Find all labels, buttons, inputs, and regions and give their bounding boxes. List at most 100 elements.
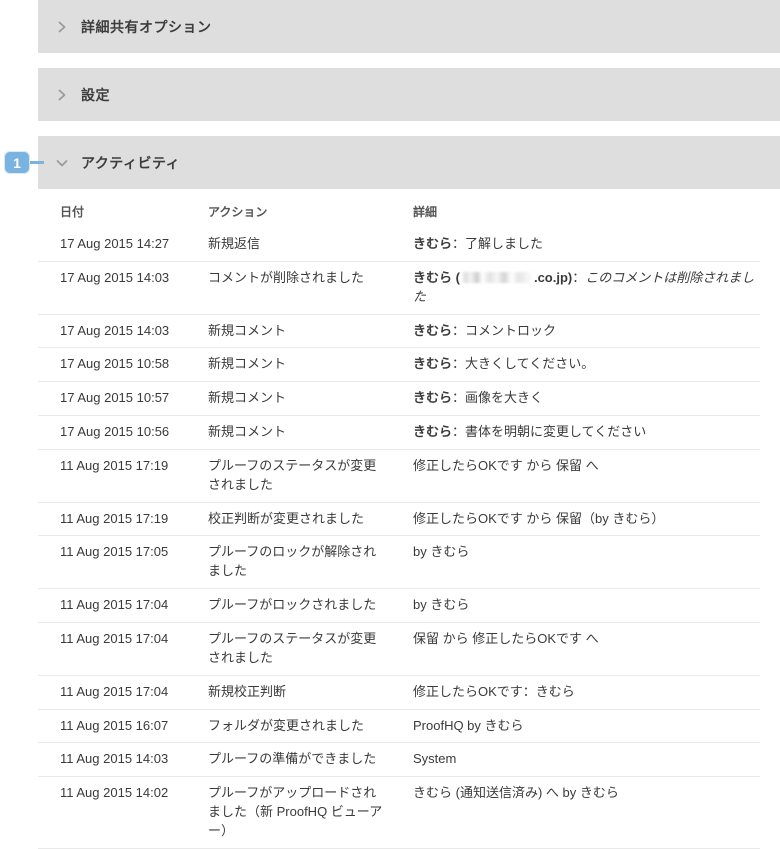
table-row: 11 Aug 2015 17:04 新規校正判断 修正したらOKです：きむら: [38, 674, 760, 709]
table-row: 17 Aug 2015 14:27 新規返信 きむら：了解しました: [38, 228, 760, 262]
cell-date: 11 Aug 2015 17:04: [38, 588, 186, 623]
cell-date: 17 Aug 2015 14:03: [38, 260, 186, 315]
detail-text: 大きくしてください。: [465, 356, 595, 372]
cell-detail: System: [391, 742, 760, 777]
table-row: 11 Aug 2015 16:07 フォルダが変更されました ProofHQ by …: [38, 708, 760, 743]
sections-container: 詳細共有オプション 設定 1 アクティビティ 日付 アクション 詳細 17 Au…: [0, 0, 780, 849]
chevron-down-icon: [55, 156, 69, 170]
cell-detail: 修正したらOKです：きむら: [391, 674, 760, 709]
detail-author-tail: .co.jp): [533, 269, 573, 285]
table-row: 11 Aug 2015 14:02 プルーフがアップロードされました（新 Proo…: [38, 776, 760, 849]
cell-detail: 修正したらOKです から 保留（by きむら）: [391, 501, 760, 536]
cell-action: フォルダが変更されました: [186, 708, 391, 743]
cell-action: 新規校正判断: [186, 674, 391, 709]
activity-table: 日付 アクション 詳細 17 Aug 2015 14:27 新規返信 きむら：了解し…: [38, 189, 760, 849]
section-gap-2: [0, 121, 780, 136]
detail-author: きむら: [413, 356, 453, 372]
cell-date: 17 Aug 2015 14:27: [60, 236, 170, 251]
detail-author: きむら: [413, 424, 453, 440]
table-row: 17 Aug 2015 14:03 新規コメント きむら：コメントロック: [38, 313, 760, 348]
cell-action: プルーフの準備ができました: [186, 742, 391, 777]
cell-detail: きむら：画像を大きく: [391, 381, 760, 416]
cell-action: コメントが削除されました: [186, 260, 391, 315]
chevron-right-icon: [55, 20, 69, 34]
section-advanced-sharing-wrap: 詳細共有オプション: [0, 0, 780, 53]
cell-date: 11 Aug 2015 17:04: [38, 621, 186, 676]
cell-date: 11 Aug 2015 17:04: [38, 674, 186, 709]
activity-table-head: 日付 アクション 詳細: [38, 189, 760, 228]
cell-action: 新規コメント: [186, 415, 391, 450]
cell-action: 校正判断が変更されました: [186, 501, 391, 536]
detail-text: 修正したらOKです から 保留 へ: [413, 457, 599, 473]
chevron-right-icon: [55, 88, 69, 102]
section-header-settings[interactable]: 設定: [38, 68, 780, 121]
table-row: 11 Aug 2015 14:03 プルーフの準備ができました System: [38, 742, 760, 777]
section-title-activity: アクティビティ: [81, 154, 181, 171]
section-gap-1: [0, 53, 780, 68]
detail-text: 保留 から 修正したらOKです へ: [413, 630, 599, 646]
section-header-advanced-sharing[interactable]: 詳細共有オプション: [38, 0, 780, 53]
cell-date: 11 Aug 2015 14:02: [38, 776, 186, 849]
redacted-email-domain: [460, 271, 533, 283]
column-header-detail: 詳細: [391, 189, 760, 228]
cell-date: 17 Aug 2015 10:56: [38, 415, 186, 450]
annotation-marker: 1: [4, 136, 44, 189]
cell-detail: きむら：大きくしてください。: [391, 347, 760, 382]
table-row: 17 Aug 2015 10:57 新規コメント きむら：画像を大きく: [38, 381, 760, 416]
table-row: 11 Aug 2015 17:19 校正判断が変更されました 修正したらOKです か…: [38, 501, 760, 536]
detail-text: 修正したらOKです：きむら: [413, 683, 575, 699]
cell-detail: きむら：書体を明朝に変更してください: [391, 415, 760, 450]
column-header-date: 日付: [38, 189, 186, 228]
cell-action: 新規コメント: [186, 347, 391, 382]
table-row: 11 Aug 2015 17:04 プルーフのステータスが変更されました 保留 から…: [38, 621, 760, 676]
cell-detail: きむら：コメントロック: [391, 313, 760, 348]
cell-date: 17 Aug 2015 14:03: [38, 313, 186, 348]
cell-action: 新規コメント: [186, 381, 391, 416]
detail-text: by きむら: [413, 597, 470, 613]
detail-text: System: [413, 751, 457, 767]
activity-table-body: 17 Aug 2015 14:27 新規返信 きむら：了解しました 17 Aug 20…: [38, 228, 760, 849]
section-activity-wrap: 1 アクティビティ: [0, 136, 780, 189]
cell-detail: by きむら: [391, 535, 760, 589]
detail-author: きむら: [413, 322, 453, 338]
detail-author: きむら: [413, 390, 453, 406]
cell-detail: きむら (通知送信済み) へ by きむら: [391, 776, 760, 849]
column-header-action: アクション: [186, 189, 391, 228]
table-row: 17 Aug 2015 10:58 新規コメント きむら：大きくしてください。: [38, 347, 760, 382]
cell-action: 新規コメント: [186, 313, 391, 348]
cell-action: プルーフがアップロードされました（新 ProofHQ ビューアー）: [186, 776, 391, 849]
table-row: 17 Aug 2015 10:56 新規コメント きむら：書体を明朝に変更してくださ…: [38, 415, 760, 450]
cell-detail: 保留 から 修正したらOKです へ: [391, 621, 760, 676]
section-header-activity[interactable]: アクティビティ: [38, 136, 780, 189]
annotation-badge-1: 1: [4, 151, 30, 174]
activity-table-wrap: 日付 アクション 詳細 17 Aug 2015 14:27 新規返信 きむら：了解し…: [0, 189, 780, 849]
detail-text: 修正したらOKです から 保留（by きむら）: [413, 510, 665, 526]
table-row: 11 Aug 2015 17:05 プルーフのロックが解除されました by きむら: [38, 535, 760, 589]
detail-text: ProofHQ by きむら: [413, 717, 524, 733]
cell-date: 17 Aug 2015 10:57: [38, 381, 186, 416]
detail-text: 書体を明朝に変更してください: [465, 424, 647, 440]
detail-author: きむら (: [413, 269, 460, 285]
cell-detail: きむら：了解しました: [413, 236, 544, 251]
cell-action: プルーフがロックされました: [186, 588, 391, 623]
cell-detail: ProofHQ by きむら: [391, 708, 760, 743]
cell-action: 新規返信: [208, 236, 261, 251]
detail-author: きむら: [413, 236, 453, 251]
section-title-settings: 設定: [81, 86, 110, 103]
detail-text: 画像を大きく: [465, 390, 544, 406]
cell-detail: by きむら: [391, 588, 760, 623]
detail-text: 了解しました: [465, 236, 544, 251]
cell-date: 11 Aug 2015 17:19: [38, 448, 186, 503]
cell-action: プルーフのロックが解除されました: [186, 535, 391, 589]
cell-date: 11 Aug 2015 16:07: [38, 708, 186, 743]
table-row: 17 Aug 2015 14:03 コメントが削除されました きむら ( .co.jp…: [38, 260, 760, 315]
detail-text: by きむら: [413, 544, 470, 560]
cell-date: 11 Aug 2015 17:19: [38, 501, 186, 536]
detail-text: コメントロック: [465, 322, 557, 338]
cell-action: プルーフのステータスが変更されました: [186, 448, 391, 503]
cell-detail: 修正したらOKです から 保留 へ: [391, 448, 760, 503]
activity-header-row: 日付 アクション 詳細: [38, 189, 760, 228]
detail-text: きむら (通知送信済み) へ by きむら: [413, 785, 619, 801]
table-row: 11 Aug 2015 17:04 プルーフがロックされました by きむら: [38, 588, 760, 623]
cell-date: 11 Aug 2015 14:03: [38, 742, 186, 777]
